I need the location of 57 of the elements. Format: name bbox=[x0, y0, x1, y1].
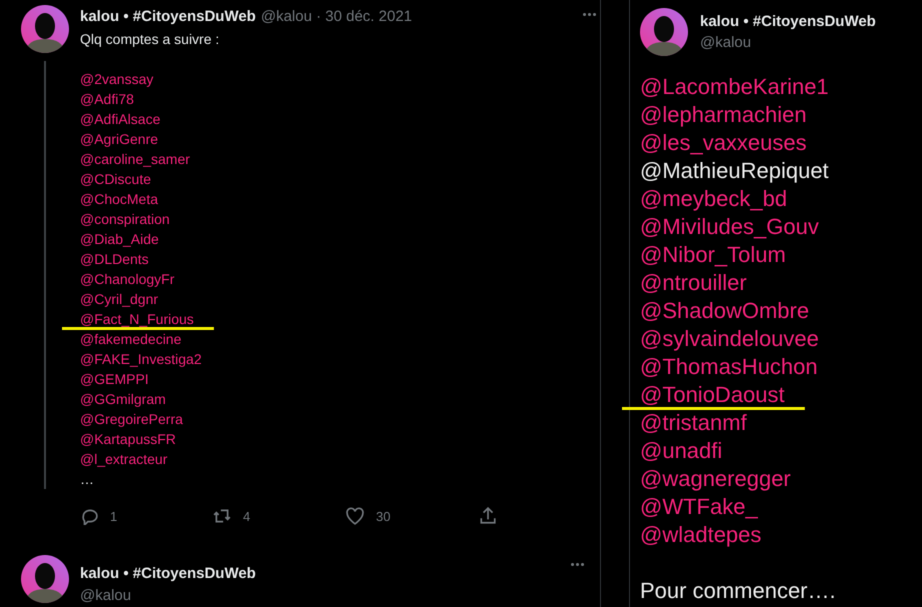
mention-link[interactable]: @GregoirePerra bbox=[80, 411, 183, 427]
ellipsis-text: … bbox=[80, 470, 95, 489]
mention-link[interactable]: @AgriGenre bbox=[80, 131, 158, 147]
mention-link[interactable]: @ChanologyFr bbox=[80, 271, 174, 287]
mention-link[interactable]: @ntrouiller bbox=[640, 270, 747, 295]
mention-link[interactable]: @wladtepes bbox=[640, 522, 762, 547]
mention-text: @MathieuRepiquet bbox=[640, 158, 829, 183]
handle: @kalou bbox=[700, 34, 752, 51]
handle: @kalou bbox=[80, 587, 132, 604]
share-icon[interactable] bbox=[479, 507, 497, 525]
mention-link[interactable]: @sylvaindelouvee bbox=[640, 326, 819, 351]
author-name: kalou • #CitoyensDuWeb bbox=[80, 565, 256, 582]
mention-link[interactable]: @CDiscute bbox=[80, 171, 152, 187]
mention-link[interactable]: @tristanmf bbox=[640, 410, 747, 435]
mention-link[interactable]: @KartapussFR bbox=[80, 431, 176, 447]
mention-link[interactable]: @l_extracteur bbox=[80, 451, 168, 467]
mention-link[interactable]: @AdfiAlsace bbox=[80, 111, 160, 127]
avatar[interactable] bbox=[21, 555, 69, 603]
avatar[interactable] bbox=[21, 5, 69, 53]
mention-link[interactable]: @meybeck_bd bbox=[640, 186, 788, 211]
heart-icon[interactable] bbox=[346, 507, 364, 525]
action-count: 1 bbox=[110, 508, 118, 524]
mention-link[interactable]: @LacombeKarine1 bbox=[640, 74, 829, 99]
mention-link[interactable]: @Cyril_dgnr bbox=[80, 291, 158, 307]
author-name: kalou • #CitoyensDuWeb bbox=[700, 13, 876, 30]
mention-link[interactable]: @Adfi78 bbox=[80, 91, 134, 107]
action-count: 30 bbox=[376, 508, 390, 524]
mention-link[interactable]: @2vanssay bbox=[80, 71, 154, 87]
mention-link[interactable]: @ChocMeta bbox=[80, 191, 158, 207]
mention-link[interactable]: @Nibor_Tolum bbox=[640, 242, 786, 267]
mention-link[interactable]: @fakemedecine bbox=[80, 331, 182, 347]
mention-link[interactable]: @GEMPPI bbox=[80, 371, 149, 387]
mention-link[interactable]: @FAKE_Investiga2 bbox=[80, 351, 202, 367]
action-count: 4 bbox=[243, 508, 250, 524]
mention-link[interactable]: @caroline_samer bbox=[80, 151, 190, 167]
mention-link[interactable]: @les_vaxxeuses bbox=[640, 130, 807, 155]
mention-link[interactable]: @DLDents bbox=[80, 251, 149, 267]
reply-icon[interactable] bbox=[80, 507, 98, 525]
retweet-icon[interactable] bbox=[213, 507, 231, 525]
mention-link[interactable]: @ThomasHuchon bbox=[640, 354, 818, 379]
mention-link[interactable]: @lepharmachien bbox=[640, 102, 807, 127]
more-options-icon[interactable] bbox=[583, 13, 596, 16]
mention-link[interactable]: @GGmilgram bbox=[80, 391, 166, 407]
mention-link[interactable]: @Miviludes_Gouv bbox=[640, 214, 819, 239]
author-name: kalou • #CitoyensDuWeb bbox=[80, 8, 256, 25]
avatar[interactable] bbox=[640, 8, 688, 56]
mention-link[interactable]: @wagneregger bbox=[640, 466, 791, 491]
mention-link[interactable]: @Fact_N_Furious bbox=[62, 311, 214, 330]
mention-link[interactable]: @Diab_Aide bbox=[80, 231, 159, 247]
mention-link[interactable]: @conspiration bbox=[80, 211, 170, 227]
more-options-icon[interactable] bbox=[571, 563, 584, 566]
tweet-text: Pour commencer…. bbox=[640, 577, 837, 605]
mention-link[interactable]: @ShadowOmbre bbox=[640, 298, 810, 323]
mention-link[interactable]: @WTFake_ bbox=[640, 494, 758, 519]
handle-date: @kalou · 30 déc. 2021 bbox=[260, 8, 412, 25]
tweet-text: Qlq comptes a suivre : bbox=[80, 30, 220, 49]
mention-link[interactable]: @unadfi bbox=[640, 438, 722, 463]
